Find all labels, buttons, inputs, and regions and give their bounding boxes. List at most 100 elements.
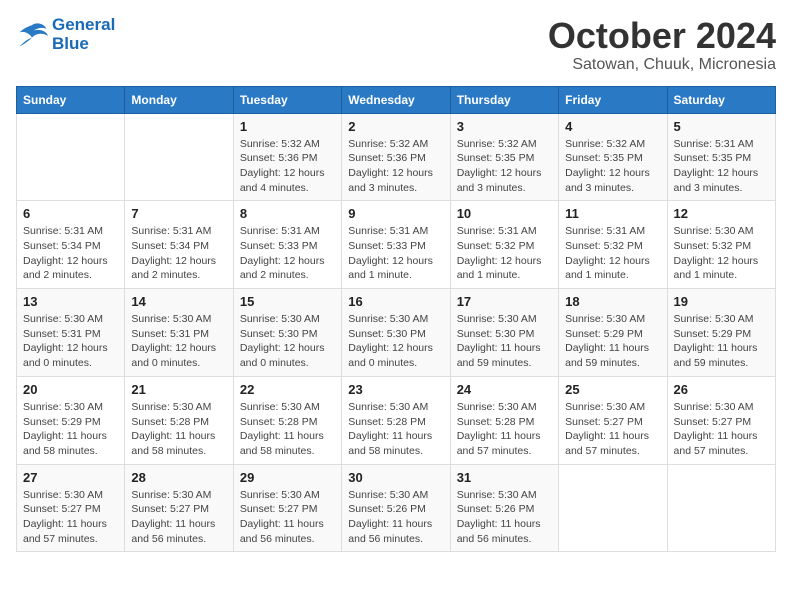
day-number: 19 <box>674 294 769 309</box>
day-info: Sunrise: 5:30 AM Sunset: 5:28 PM Dayligh… <box>240 400 335 459</box>
day-cell: 16Sunrise: 5:30 AM Sunset: 5:30 PM Dayli… <box>342 289 450 377</box>
day-number: 29 <box>240 470 335 485</box>
day-number: 27 <box>23 470 118 485</box>
day-cell: 4 Sunrise: 5:32 AM Sunset: 5:35 PM Daylig… <box>559 113 667 201</box>
day-info: Sunrise: 5:30 AM Sunset: 5:32 PM Dayligh… <box>674 224 769 283</box>
day-info: Sunrise: 5:31 AM Sunset: 5:32 PM Dayligh… <box>565 224 660 283</box>
day-cell: 18Sunrise: 5:30 AM Sunset: 5:29 PM Dayli… <box>559 289 667 377</box>
day-info: Sunrise: 5:30 AM Sunset: 5:31 PM Dayligh… <box>23 312 118 371</box>
day-cell: 12 Sunrise: 5:30 AM Sunset: 5:32 PM Dayli… <box>667 201 775 289</box>
logo: General Blue <box>16 16 115 53</box>
day-info: Sunrise: 5:32 AM Sunset: 5:35 PM Dayligh… <box>457 137 552 196</box>
day-cell: 13 Sunrise: 5:30 AM Sunset: 5:31 PM Dayli… <box>17 289 125 377</box>
day-number: 20 <box>23 382 118 397</box>
day-number: 14 <box>131 294 226 309</box>
day-info: Sunrise: 5:30 AM Sunset: 5:28 PM Dayligh… <box>348 400 443 459</box>
day-cell: 24 Sunrise: 5:30 AM Sunset: 5:28 PM Dayli… <box>450 376 558 464</box>
day-cell: 20 Sunrise: 5:30 AM Sunset: 5:29 PM Dayli… <box>17 376 125 464</box>
day-cell: 2Sunrise: 5:32 AM Sunset: 5:36 PM Daylig… <box>342 113 450 201</box>
week-row-1: 1 Sunrise: 5:32 AM Sunset: 5:36 PM Daylig… <box>17 113 776 201</box>
month-title: October 2024 <box>548 16 776 56</box>
day-number: 8 <box>240 206 335 221</box>
header-row: SundayMondayTuesdayWednesdayThursdayFrid… <box>17 86 776 113</box>
day-info: Sunrise: 5:30 AM Sunset: 5:30 PM Dayligh… <box>457 312 552 371</box>
day-info: Sunrise: 5:30 AM Sunset: 5:27 PM Dayligh… <box>23 488 118 547</box>
day-header-monday: Monday <box>125 86 233 113</box>
day-number: 9 <box>348 206 443 221</box>
day-header-friday: Friday <box>559 86 667 113</box>
day-info: Sunrise: 5:30 AM Sunset: 5:28 PM Dayligh… <box>457 400 552 459</box>
day-number: 22 <box>240 382 335 397</box>
day-info: Sunrise: 5:31 AM Sunset: 5:32 PM Dayligh… <box>457 224 552 283</box>
day-cell: 23 Sunrise: 5:30 AM Sunset: 5:28 PM Dayli… <box>342 376 450 464</box>
day-cell: 21 Sunrise: 5:30 AM Sunset: 5:28 PM Dayli… <box>125 376 233 464</box>
day-cell <box>125 113 233 201</box>
day-info: Sunrise: 5:32 AM Sunset: 5:35 PM Dayligh… <box>565 137 660 196</box>
day-number: 1 <box>240 119 335 134</box>
day-info: Sunrise: 5:31 AM Sunset: 5:35 PM Dayligh… <box>674 137 769 196</box>
day-cell: 5 Sunrise: 5:31 AM Sunset: 5:35 PM Daylig… <box>667 113 775 201</box>
day-cell: 10 Sunrise: 5:31 AM Sunset: 5:32 PM Dayli… <box>450 201 558 289</box>
day-info: Sunrise: 5:30 AM Sunset: 5:26 PM Dayligh… <box>457 488 552 547</box>
day-info: Sunrise: 5:31 AM Sunset: 5:34 PM Dayligh… <box>131 224 226 283</box>
logo-text: General Blue <box>52 16 115 53</box>
day-info: Sunrise: 5:30 AM Sunset: 5:28 PM Dayligh… <box>131 400 226 459</box>
day-info: Sunrise: 5:30 AM Sunset: 5:30 PM Dayligh… <box>240 312 335 371</box>
day-number: 24 <box>457 382 552 397</box>
day-header-thursday: Thursday <box>450 86 558 113</box>
day-cell: 1Sunrise: 5:32 AM Sunset: 5:36 PM Daylig… <box>233 113 341 201</box>
day-number: 23 <box>348 382 443 397</box>
day-number: 26 <box>674 382 769 397</box>
day-cell: 29 Sunrise: 5:30 AM Sunset: 5:27 PM Dayli… <box>233 464 341 552</box>
day-info: Sunrise: 5:32 AM Sunset: 5:36 PM Dayligh… <box>348 137 443 196</box>
day-info: Sunrise: 5:30 AM Sunset: 5:27 PM Dayligh… <box>240 488 335 547</box>
day-number: 31 <box>457 470 552 485</box>
day-cell <box>17 113 125 201</box>
day-cell: 22 Sunrise: 5:30 AM Sunset: 5:28 PM Dayli… <box>233 376 341 464</box>
day-info: Sunrise: 5:30 AM Sunset: 5:27 PM Dayligh… <box>565 400 660 459</box>
day-cell: 19Sunrise: 5:30 AM Sunset: 5:29 PM Dayli… <box>667 289 775 377</box>
day-number: 5 <box>674 119 769 134</box>
day-number: 13 <box>23 294 118 309</box>
title-block: October 2024 Satowan, Chuuk, Micronesia <box>548 16 776 74</box>
day-number: 15 <box>240 294 335 309</box>
day-number: 7 <box>131 206 226 221</box>
day-cell: 7 Sunrise: 5:31 AM Sunset: 5:34 PM Daylig… <box>125 201 233 289</box>
day-number: 12 <box>674 206 769 221</box>
day-info: Sunrise: 5:31 AM Sunset: 5:33 PM Dayligh… <box>348 224 443 283</box>
day-info: Sunrise: 5:30 AM Sunset: 5:30 PM Dayligh… <box>348 312 443 371</box>
day-number: 4 <box>565 119 660 134</box>
day-number: 3 <box>457 119 552 134</box>
week-row-4: 20 Sunrise: 5:30 AM Sunset: 5:29 PM Dayli… <box>17 376 776 464</box>
day-number: 28 <box>131 470 226 485</box>
day-info: Sunrise: 5:30 AM Sunset: 5:31 PM Dayligh… <box>131 312 226 371</box>
day-number: 25 <box>565 382 660 397</box>
day-number: 17 <box>457 294 552 309</box>
day-cell: 11 Sunrise: 5:31 AM Sunset: 5:32 PM Dayli… <box>559 201 667 289</box>
day-cell: 26 Sunrise: 5:30 AM Sunset: 5:27 PM Dayli… <box>667 376 775 464</box>
day-cell: 8 Sunrise: 5:31 AM Sunset: 5:33 PM Daylig… <box>233 201 341 289</box>
day-header-saturday: Saturday <box>667 86 775 113</box>
day-number: 10 <box>457 206 552 221</box>
day-info: Sunrise: 5:31 AM Sunset: 5:33 PM Dayligh… <box>240 224 335 283</box>
week-row-5: 27 Sunrise: 5:30 AM Sunset: 5:27 PM Dayli… <box>17 464 776 552</box>
day-header-tuesday: Tuesday <box>233 86 341 113</box>
day-number: 6 <box>23 206 118 221</box>
week-row-2: 6 Sunrise: 5:31 AM Sunset: 5:34 PM Daylig… <box>17 201 776 289</box>
location: Satowan, Chuuk, Micronesia <box>548 56 776 74</box>
day-cell <box>559 464 667 552</box>
day-number: 30 <box>348 470 443 485</box>
day-number: 21 <box>131 382 226 397</box>
day-cell: 9 Sunrise: 5:31 AM Sunset: 5:33 PM Daylig… <box>342 201 450 289</box>
day-info: Sunrise: 5:30 AM Sunset: 5:27 PM Dayligh… <box>131 488 226 547</box>
day-number: 11 <box>565 206 660 221</box>
day-cell <box>667 464 775 552</box>
day-cell: 27 Sunrise: 5:30 AM Sunset: 5:27 PM Dayli… <box>17 464 125 552</box>
day-cell: 30 Sunrise: 5:30 AM Sunset: 5:26 PM Dayli… <box>342 464 450 552</box>
day-info: Sunrise: 5:30 AM Sunset: 5:26 PM Dayligh… <box>348 488 443 547</box>
day-info: Sunrise: 5:30 AM Sunset: 5:29 PM Dayligh… <box>23 400 118 459</box>
day-info: Sunrise: 5:30 AM Sunset: 5:27 PM Dayligh… <box>674 400 769 459</box>
logo-icon <box>16 21 48 49</box>
week-row-3: 13 Sunrise: 5:30 AM Sunset: 5:31 PM Dayli… <box>17 289 776 377</box>
page-header: General Blue October 2024 Satowan, Chuuk… <box>16 16 776 74</box>
